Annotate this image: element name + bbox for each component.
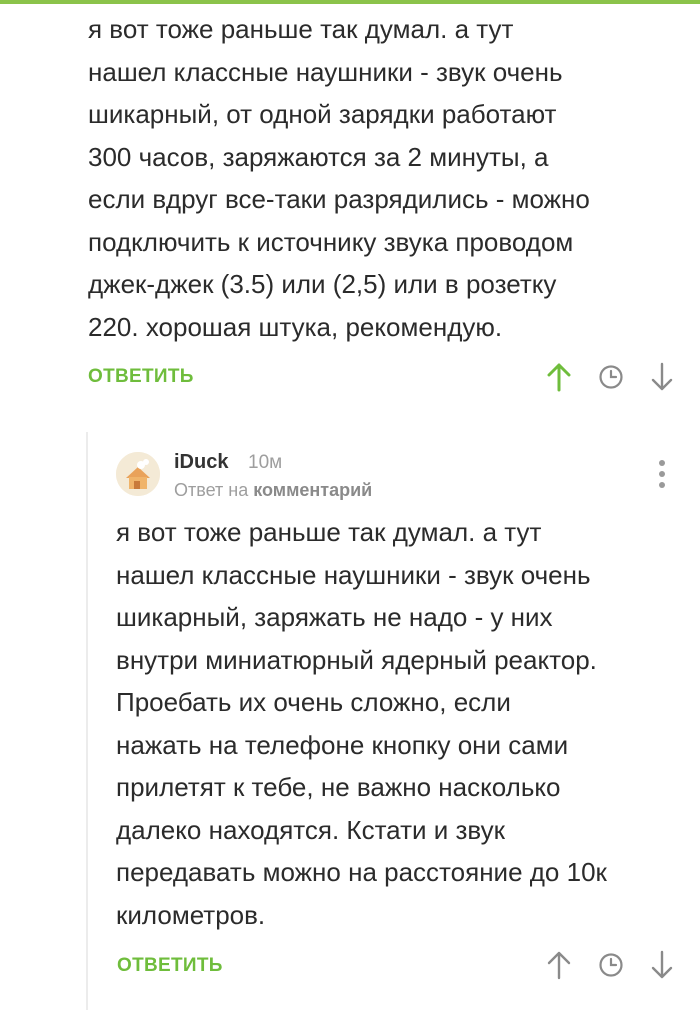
reply-to-info: Ответ на комментарий xyxy=(174,480,372,501)
upvote-button[interactable] xyxy=(546,362,572,392)
reply-to-link[interactable]: комментарий xyxy=(253,480,372,500)
avatar-image xyxy=(116,452,160,496)
more-vertical-icon xyxy=(659,460,665,488)
downvote-button[interactable] xyxy=(650,950,674,980)
arrow-down-icon xyxy=(651,362,673,391)
thread-line[interactable] xyxy=(86,432,88,1010)
upvote-button[interactable] xyxy=(546,950,572,980)
comment-text: я вот тоже раньше так думал. а тут нашел… xyxy=(88,14,590,342)
reply-button[interactable]: ОТВЕТИТЬ xyxy=(88,366,194,388)
clock-icon xyxy=(599,365,623,389)
timestamp-button[interactable] xyxy=(598,364,624,390)
clock-icon xyxy=(599,953,623,977)
reply-button[interactable]: ОТВЕТИТЬ xyxy=(117,955,223,977)
arrow-down-icon xyxy=(651,950,673,979)
top-accent-bar xyxy=(0,0,700,4)
timestamp-button[interactable] xyxy=(598,952,624,978)
username[interactable]: iDuck xyxy=(174,451,228,474)
arrow-up-icon xyxy=(547,951,571,980)
arrow-up-icon xyxy=(547,363,571,392)
avatar[interactable] xyxy=(116,452,160,496)
comment-text: я вот тоже раньше так думал. а тут нашел… xyxy=(116,517,607,930)
reply-to-prefix: Ответ на xyxy=(174,480,249,500)
comment-time[interactable]: 10м xyxy=(248,452,282,474)
comment-menu-button[interactable] xyxy=(650,458,674,492)
downvote-button[interactable] xyxy=(650,362,674,392)
